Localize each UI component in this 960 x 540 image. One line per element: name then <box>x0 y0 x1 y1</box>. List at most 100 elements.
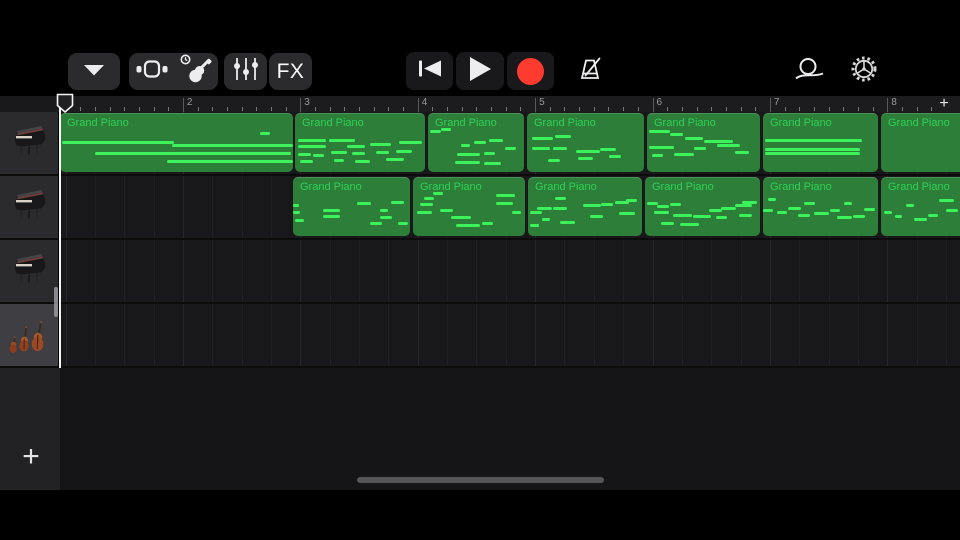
midi-note <box>813 212 829 216</box>
ruler-sub-tick <box>212 107 214 111</box>
timeline-footer <box>60 368 960 490</box>
midi-region[interactable]: Grand Piano <box>763 177 878 236</box>
ruler-sub-tick <box>109 107 111 111</box>
midi-region[interactable]: Grand Piano <box>645 177 760 236</box>
ruler-bar-number: 5 <box>539 97 545 108</box>
playhead[interactable] <box>59 98 61 368</box>
midi-region[interactable]: Grand Piano <box>295 113 425 172</box>
midi-note <box>260 132 270 136</box>
midi-note <box>763 208 774 212</box>
midi-region[interactable]: Grand Piano <box>763 113 878 172</box>
ruler-sub-tick <box>623 107 625 111</box>
midi-note <box>797 213 811 217</box>
region-label: Grand Piano <box>770 181 832 193</box>
add-bars-button[interactable]: + <box>935 95 953 113</box>
track-header-track-3[interactable] <box>0 240 58 304</box>
ruler-sub-tick <box>520 107 522 111</box>
midi-note <box>313 154 324 158</box>
record-icon <box>517 57 544 85</box>
play-icon <box>469 56 491 86</box>
midi-note <box>741 200 757 204</box>
play-button[interactable] <box>456 52 504 90</box>
ruler-sub-tick <box>447 107 449 111</box>
ruler-sub-tick <box>153 107 155 111</box>
track-header-track-1[interactable] <box>0 112 58 176</box>
midi-note <box>399 141 423 145</box>
midi-note <box>370 221 382 225</box>
midi-region[interactable]: Grand Piano <box>527 113 644 172</box>
ruler-sub-tick <box>94 107 96 111</box>
midi-region[interactable]: Grand Piano <box>293 177 410 236</box>
midi-region[interactable]: Grand Piano <box>528 177 642 236</box>
midi-note <box>589 214 604 218</box>
track-lane-track-3[interactable] <box>60 240 960 304</box>
midi-note <box>674 153 695 157</box>
midi-note <box>375 150 389 154</box>
midi-note <box>720 206 736 210</box>
loop-browser-button[interactable] <box>789 53 829 90</box>
midi-note <box>357 201 372 205</box>
midi-note <box>576 149 600 153</box>
track-header-track-2[interactable] <box>0 176 58 240</box>
ruler-sub-tick <box>857 107 859 111</box>
midi-note <box>555 197 566 201</box>
rewind-icon <box>418 60 441 82</box>
ruler-sub-tick <box>755 107 757 111</box>
midi-note <box>297 152 311 156</box>
tracks-view-button[interactable] <box>130 53 174 90</box>
track-lane-track-2[interactable]: Grand Piano Grand Piano Grand Piano Grand P… <box>60 176 960 240</box>
midi-note <box>852 214 866 218</box>
ruler[interactable]: 2 3 4 5 6 7 8 <box>60 96 960 112</box>
track-lane-track-4[interactable] <box>60 304 960 368</box>
midi-note <box>608 155 621 159</box>
chevron-down-button[interactable] <box>68 53 120 90</box>
ruler-sub-tick <box>872 107 874 111</box>
midi-region[interactable]: Grand Piano <box>413 177 525 236</box>
rewind-button[interactable] <box>406 52 453 90</box>
midi-region[interactable]: Grand Piano <box>428 113 524 172</box>
midi-region[interactable]: Grand Piano <box>60 113 293 172</box>
mixer-button[interactable] <box>224 53 267 90</box>
midi-note <box>379 208 388 212</box>
midi-note <box>836 215 852 219</box>
ruler-bar-number: 8 <box>891 97 897 108</box>
midi-note <box>649 146 675 150</box>
track-header-track-4[interactable] <box>0 304 58 368</box>
ruler-sub-tick <box>168 107 170 111</box>
horizontal-scrollbar[interactable] <box>357 477 604 483</box>
region-label: Grand Piano <box>652 181 714 193</box>
midi-note <box>734 204 752 208</box>
midi-note <box>323 208 340 212</box>
add-track-button[interactable]: + <box>16 439 46 475</box>
ruler-sub-tick <box>637 107 639 111</box>
midi-note <box>864 207 875 211</box>
gear-icon <box>847 52 881 91</box>
midi-region[interactable]: Grand Piano <box>881 177 960 236</box>
ruler-sub-tick <box>461 107 463 111</box>
fx-button[interactable]: FX <box>269 53 312 90</box>
chevron-down-icon <box>84 63 104 81</box>
midi-region[interactable]: Grand Piano <box>647 113 760 172</box>
ruler-bar-tick <box>182 98 184 112</box>
record-button[interactable] <box>507 52 554 90</box>
vertical-scrollbar[interactable] <box>54 287 58 317</box>
metronome-button[interactable] <box>568 53 612 90</box>
midi-note <box>489 138 503 142</box>
midi-note <box>171 143 293 147</box>
settings-button[interactable] <box>844 53 884 90</box>
midi-note <box>599 148 616 152</box>
midi-note <box>552 146 567 150</box>
midi-note <box>906 204 915 208</box>
track-lane-track-1[interactable]: Grand Piano Grand Piano Grand Piano Grand P… <box>60 112 960 176</box>
midi-note <box>483 151 496 155</box>
instrument-view-button[interactable] <box>174 53 218 90</box>
ruler-sub-tick <box>432 107 434 111</box>
midi-note <box>424 197 435 201</box>
playhead-handle[interactable] <box>56 93 74 119</box>
ruler-sub-tick <box>725 107 727 111</box>
metronome-icon <box>577 57 603 86</box>
midi-region[interactable]: Grand Piano <box>881 113 960 172</box>
ruler-sub-tick <box>270 107 272 111</box>
midi-note <box>511 211 521 215</box>
midi-note <box>328 138 355 142</box>
